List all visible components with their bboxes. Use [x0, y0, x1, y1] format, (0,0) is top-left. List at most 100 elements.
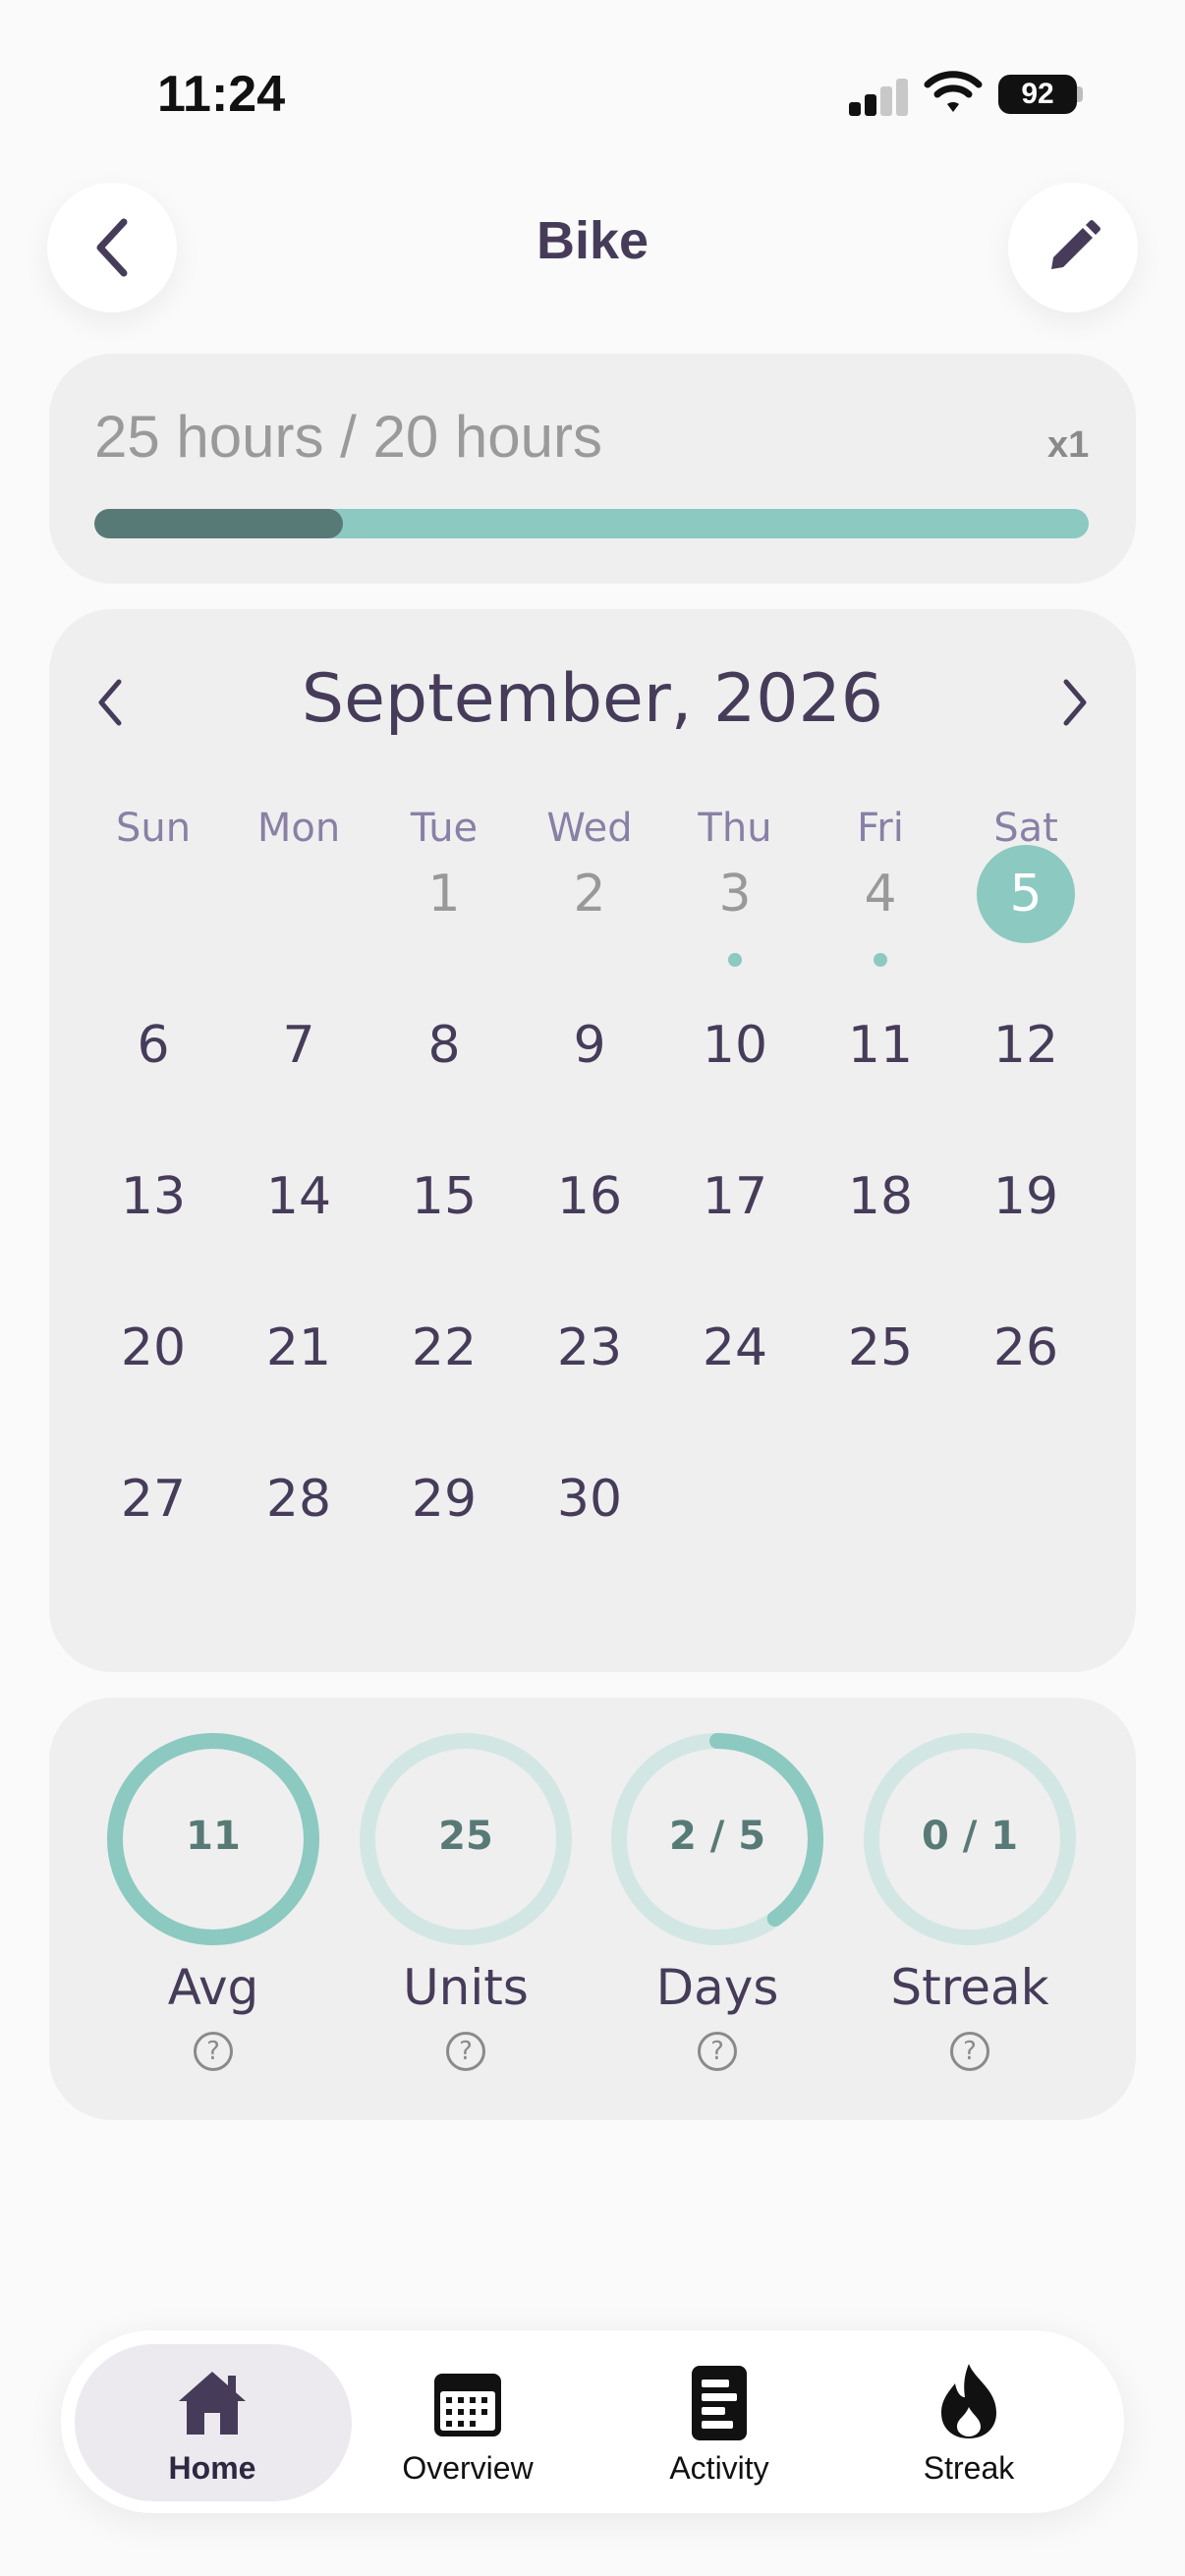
calendar-day-number: 30 [556, 1470, 623, 1529]
calendar-day-number: 14 [265, 1167, 332, 1226]
status-time: 11:24 [157, 66, 286, 123]
calendar-day-number: 29 [411, 1470, 478, 1529]
calendar-day[interactable]: 4 [808, 843, 953, 945]
stat-value: 2 / 5 [668, 1814, 766, 1859]
calendar-day[interactable]: 11 [808, 994, 953, 1096]
page-title: Bike [536, 211, 649, 270]
month-title: September, 2026 [301, 660, 884, 738]
calendar-day[interactable]: 13 [81, 1146, 226, 1248]
calendar-day-number: 27 [120, 1470, 187, 1529]
calendar-day-number: 17 [702, 1167, 768, 1226]
calendar-day-number: 6 [137, 1016, 170, 1075]
calendar-day[interactable]: 6 [81, 994, 226, 1096]
battery-indicator: 92 [998, 75, 1077, 114]
calendar-day-number: 23 [556, 1318, 623, 1377]
calendar-day[interactable]: 22 [371, 1297, 517, 1399]
nav-label-home: Home [168, 2450, 256, 2486]
help-icon[interactable]: ? [446, 2032, 485, 2071]
calendar-icon [434, 2374, 501, 2436]
nav-label-activity: Activity [669, 2450, 769, 2486]
calendar-day[interactable]: 10 [662, 994, 808, 1096]
calendar-day-number: 26 [992, 1318, 1059, 1377]
calendar-day-number: 19 [992, 1167, 1059, 1226]
calendar-day[interactable]: 27 [81, 1448, 226, 1550]
calendar-day-number: 7 [282, 1016, 315, 1075]
weekday-label: Mon [256, 806, 341, 851]
calendar-day[interactable]: 9 [517, 994, 662, 1096]
calendar-day[interactable]: 16 [517, 1146, 662, 1248]
calendar-day[interactable]: 14 [226, 1146, 371, 1248]
calendar-day[interactable]: 20 [81, 1297, 226, 1399]
help-icon[interactable]: ? [194, 2032, 233, 2071]
goal-multiplier: x1 [1047, 424, 1090, 466]
goal-progress-bar [94, 509, 1089, 538]
calendar-day-number: 15 [411, 1167, 478, 1226]
signal-icon [849, 75, 908, 116]
calendar-day-selected[interactable]: 5 [953, 843, 1099, 945]
nav-item-streak[interactable]: Streak [861, 2344, 1077, 2501]
calendar-day-number: 12 [992, 1016, 1059, 1075]
weekday-label: Sun [115, 806, 192, 851]
goal-progress-text: 25 hours / 20 hours [94, 404, 603, 470]
calendar-day-number: 8 [427, 1016, 461, 1075]
calendar-day[interactable]: 24 [662, 1297, 808, 1399]
calendar-day[interactable]: 21 [226, 1297, 371, 1399]
calendar-day[interactable]: 30 [517, 1448, 662, 1550]
flame-icon [941, 2364, 996, 2438]
calendar-day[interactable]: 7 [226, 994, 371, 1096]
calendar-day-number: 9 [573, 1016, 606, 1075]
stat-label: Units [403, 1959, 529, 2016]
list-icon [692, 2366, 747, 2440]
calendar-day[interactable]: 15 [371, 1146, 517, 1248]
chevron-right-icon [1063, 679, 1087, 726]
nav-item-activity[interactable]: Activity [611, 2344, 827, 2501]
wifi-icon [924, 67, 983, 116]
calendar-day[interactable]: 18 [808, 1146, 953, 1248]
calendar-day[interactable]: 25 [808, 1297, 953, 1399]
stat-value: 11 [186, 1814, 241, 1859]
calendar-day-number: 3 [718, 865, 752, 924]
nav-label-streak: Streak [923, 2450, 1015, 2486]
help-icon[interactable]: ? [698, 2032, 737, 2071]
calendar-day[interactable]: 26 [953, 1297, 1099, 1399]
stat-label: Days [655, 1959, 779, 2016]
calendar-day[interactable]: 8 [371, 994, 517, 1096]
calendar-day[interactable]: 29 [371, 1448, 517, 1550]
battery-cap [1077, 86, 1083, 102]
calendar-day[interactable]: 2 [517, 843, 662, 945]
calendar-day[interactable]: 23 [517, 1297, 662, 1399]
calendar-day[interactable]: 28 [226, 1448, 371, 1550]
calendar-day-number: 16 [556, 1167, 623, 1226]
calendar-day-number: 5 [977, 845, 1075, 943]
stat-label: Avg [167, 1959, 259, 2016]
calendar-day[interactable]: 17 [662, 1146, 808, 1248]
stat-label: Streak [890, 1959, 1049, 2016]
calendar-day[interactable]: 19 [953, 1146, 1099, 1248]
goal-progress-fill [94, 509, 343, 538]
calendar-day-number: 11 [847, 1016, 914, 1075]
stat-value: 0 / 1 [921, 1814, 1019, 1859]
activity-dot [728, 953, 742, 967]
nav-item-overview[interactable]: Overview [360, 2344, 576, 2501]
calendar-day-number: 13 [120, 1167, 187, 1226]
calendar-day-number: 2 [573, 865, 606, 924]
calendar-day-number: 22 [411, 1318, 478, 1377]
calendar-day-number: 25 [847, 1318, 914, 1377]
calendar-day[interactable]: 1 [371, 843, 517, 945]
activity-dot [874, 953, 887, 967]
next-month-button[interactable] [1045, 668, 1104, 737]
calendar-day-number: 1 [427, 865, 461, 924]
calendar-day-number: 20 [120, 1318, 187, 1377]
calendar-day[interactable]: 3 [662, 843, 808, 945]
help-icon[interactable]: ? [950, 2032, 989, 2071]
edit-button[interactable] [1008, 183, 1138, 312]
calendar-day-number: 24 [702, 1318, 768, 1377]
calendar-day-number: 18 [847, 1167, 914, 1226]
calendar-day-number: 10 [702, 1016, 768, 1075]
calendar-day-number: 21 [265, 1318, 332, 1377]
nav-item-home[interactable]: Home [104, 2344, 320, 2501]
calendar-day[interactable]: 12 [953, 994, 1099, 1096]
calendar-day-number: 28 [265, 1470, 332, 1529]
calendar-day-number: 4 [864, 865, 897, 924]
nav-label-overview: Overview [402, 2450, 534, 2486]
